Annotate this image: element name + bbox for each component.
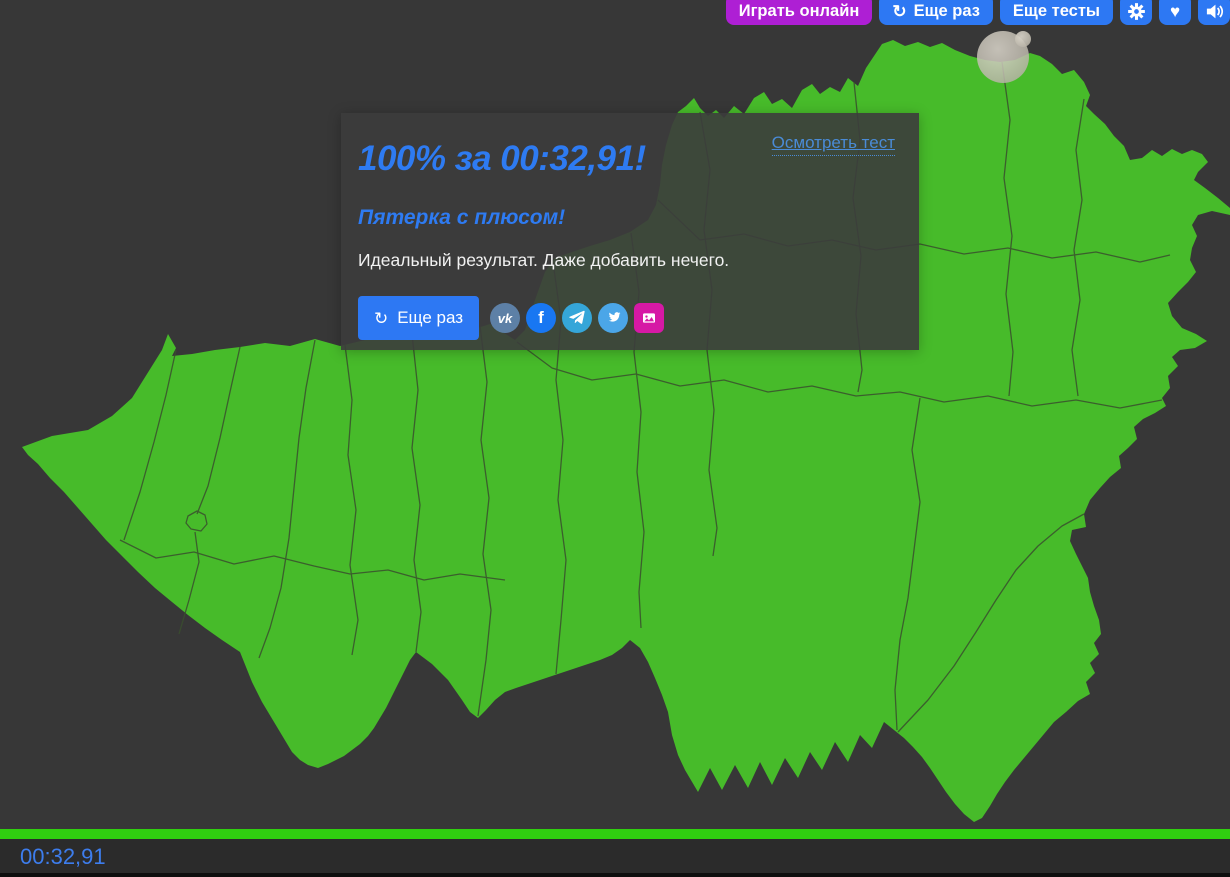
quiz-app: Играть онлайн ↻ Еще раз Еще тесты ♥ Осмо… bbox=[0, 0, 1230, 877]
progress-fill bbox=[0, 829, 1230, 839]
timer-value: 00:32,91 bbox=[20, 844, 106, 869]
telegram-icon bbox=[569, 310, 585, 324]
play-online-label: Играть онлайн bbox=[738, 1, 860, 20]
share-image-button[interactable] bbox=[634, 303, 664, 333]
twitter-icon bbox=[608, 312, 621, 322]
more-tests-label: Еще тесты bbox=[1012, 1, 1100, 20]
progress-bar bbox=[0, 829, 1230, 839]
review-test-link[interactable]: Осмотреть тест bbox=[771, 133, 895, 156]
share-vk-button[interactable]: vk bbox=[490, 303, 520, 333]
facebook-icon: f bbox=[538, 308, 544, 327]
result-message: Идеальный результат. Даже добавить нечег… bbox=[358, 250, 730, 270]
more-tests-button[interactable]: Еще тесты bbox=[999, 0, 1113, 25]
result-dialog: Осмотреть тест 100% за 00:32,91! Пятерка… bbox=[341, 113, 919, 350]
share-twitter-button[interactable] bbox=[598, 303, 628, 333]
gear-icon bbox=[1127, 2, 1145, 20]
vk-icon: vk bbox=[497, 310, 513, 326]
play-again-label: Еще раз bbox=[913, 1, 980, 20]
share-telegram-button[interactable] bbox=[562, 303, 592, 333]
share-facebook-button[interactable]: f bbox=[526, 303, 556, 333]
bottom-edge bbox=[0, 873, 1230, 877]
refresh-icon: ↻ bbox=[373, 308, 389, 328]
refresh-icon: ↻ bbox=[892, 1, 907, 21]
result-subtitle: Пятерка с плюсом! bbox=[358, 206, 566, 229]
toolbar: Играть онлайн ↻ Еще раз Еще тесты ♥ bbox=[725, 0, 1230, 25]
speaker-icon bbox=[1206, 4, 1223, 18]
favorite-button[interactable]: ♥ bbox=[1159, 0, 1191, 25]
picture-icon bbox=[643, 313, 655, 323]
play-again-button[interactable]: ↻ Еще раз bbox=[879, 0, 993, 25]
sound-button[interactable] bbox=[1198, 0, 1230, 25]
heart-icon: ♥ bbox=[1169, 1, 1181, 21]
again-button-label: Еще раз bbox=[397, 308, 464, 327]
again-button[interactable]: ↻ Еще раз bbox=[358, 296, 479, 340]
timer-bar: 00:32,91 bbox=[0, 839, 1230, 873]
settings-button[interactable] bbox=[1120, 0, 1152, 25]
play-online-button[interactable]: Играть онлайн bbox=[725, 0, 873, 25]
dialog-actions: ↻ Еще раз vk f bbox=[358, 296, 895, 340]
